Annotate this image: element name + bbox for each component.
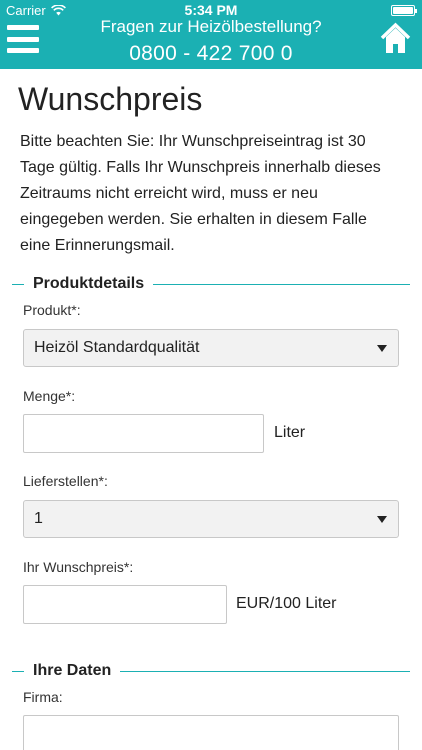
produkt-label: Produkt*: [23, 302, 81, 318]
wunschpreis-unit: EUR/100 Liter [236, 595, 337, 612]
hotline-question: Fragen zur Heizölbestellung? [100, 17, 322, 36]
menu-bar [7, 25, 39, 30]
section-heading: Ihre Daten [33, 662, 112, 679]
menge-unit: Liter [274, 424, 306, 441]
firma-input[interactable] [23, 715, 399, 750]
section-heading: Produktdetails [33, 275, 145, 292]
divider [153, 283, 410, 285]
dropdown-caret-icon [377, 516, 387, 523]
divider [12, 670, 24, 672]
firma-label: Firma: [23, 689, 63, 705]
hotline: Fragen zur Heizölbestellung? 0800 - 422 … [60, 17, 362, 68]
wunschpreis-input[interactable] [23, 585, 227, 624]
battery-icon [391, 5, 417, 16]
intro-text: Bitte beachten Sie: Ihr Wunschpreiseintr… [20, 133, 381, 254]
menu-bar [7, 48, 39, 53]
dropdown-caret-icon [377, 345, 387, 352]
divider [120, 670, 410, 672]
lieferstellen-select-value: 1 [34, 510, 43, 527]
divider [12, 283, 24, 285]
menge-input[interactable] [23, 414, 264, 453]
menu-button[interactable] [7, 25, 39, 53]
home-icon[interactable] [379, 22, 412, 55]
lieferstellen-select[interactable]: 1 [23, 500, 399, 538]
app-header: Carrier 5:34 PM Fragen zur Heizölbestell… [0, 0, 422, 69]
menge-label: Menge*: [23, 388, 76, 404]
wunschpreis-label: Ihr Wunschpreis*: [23, 559, 134, 575]
status-time: 5:34 PM [184, 2, 238, 18]
page-title: Wunschpreis [18, 81, 203, 117]
lieferstellen-label: Lieferstellen*: [23, 473, 108, 489]
section-ihre-daten: Ihre Daten [12, 661, 410, 681]
produkt-select-value: Heizöl Standardqualität [34, 339, 200, 356]
hotline-phone[interactable]: 0800 - 422 700 0 [60, 40, 362, 68]
menu-bar [7, 36, 39, 42]
produkt-select[interactable]: Heizöl Standardqualität [23, 329, 399, 367]
section-produktdetails: Produktdetails [12, 274, 410, 294]
